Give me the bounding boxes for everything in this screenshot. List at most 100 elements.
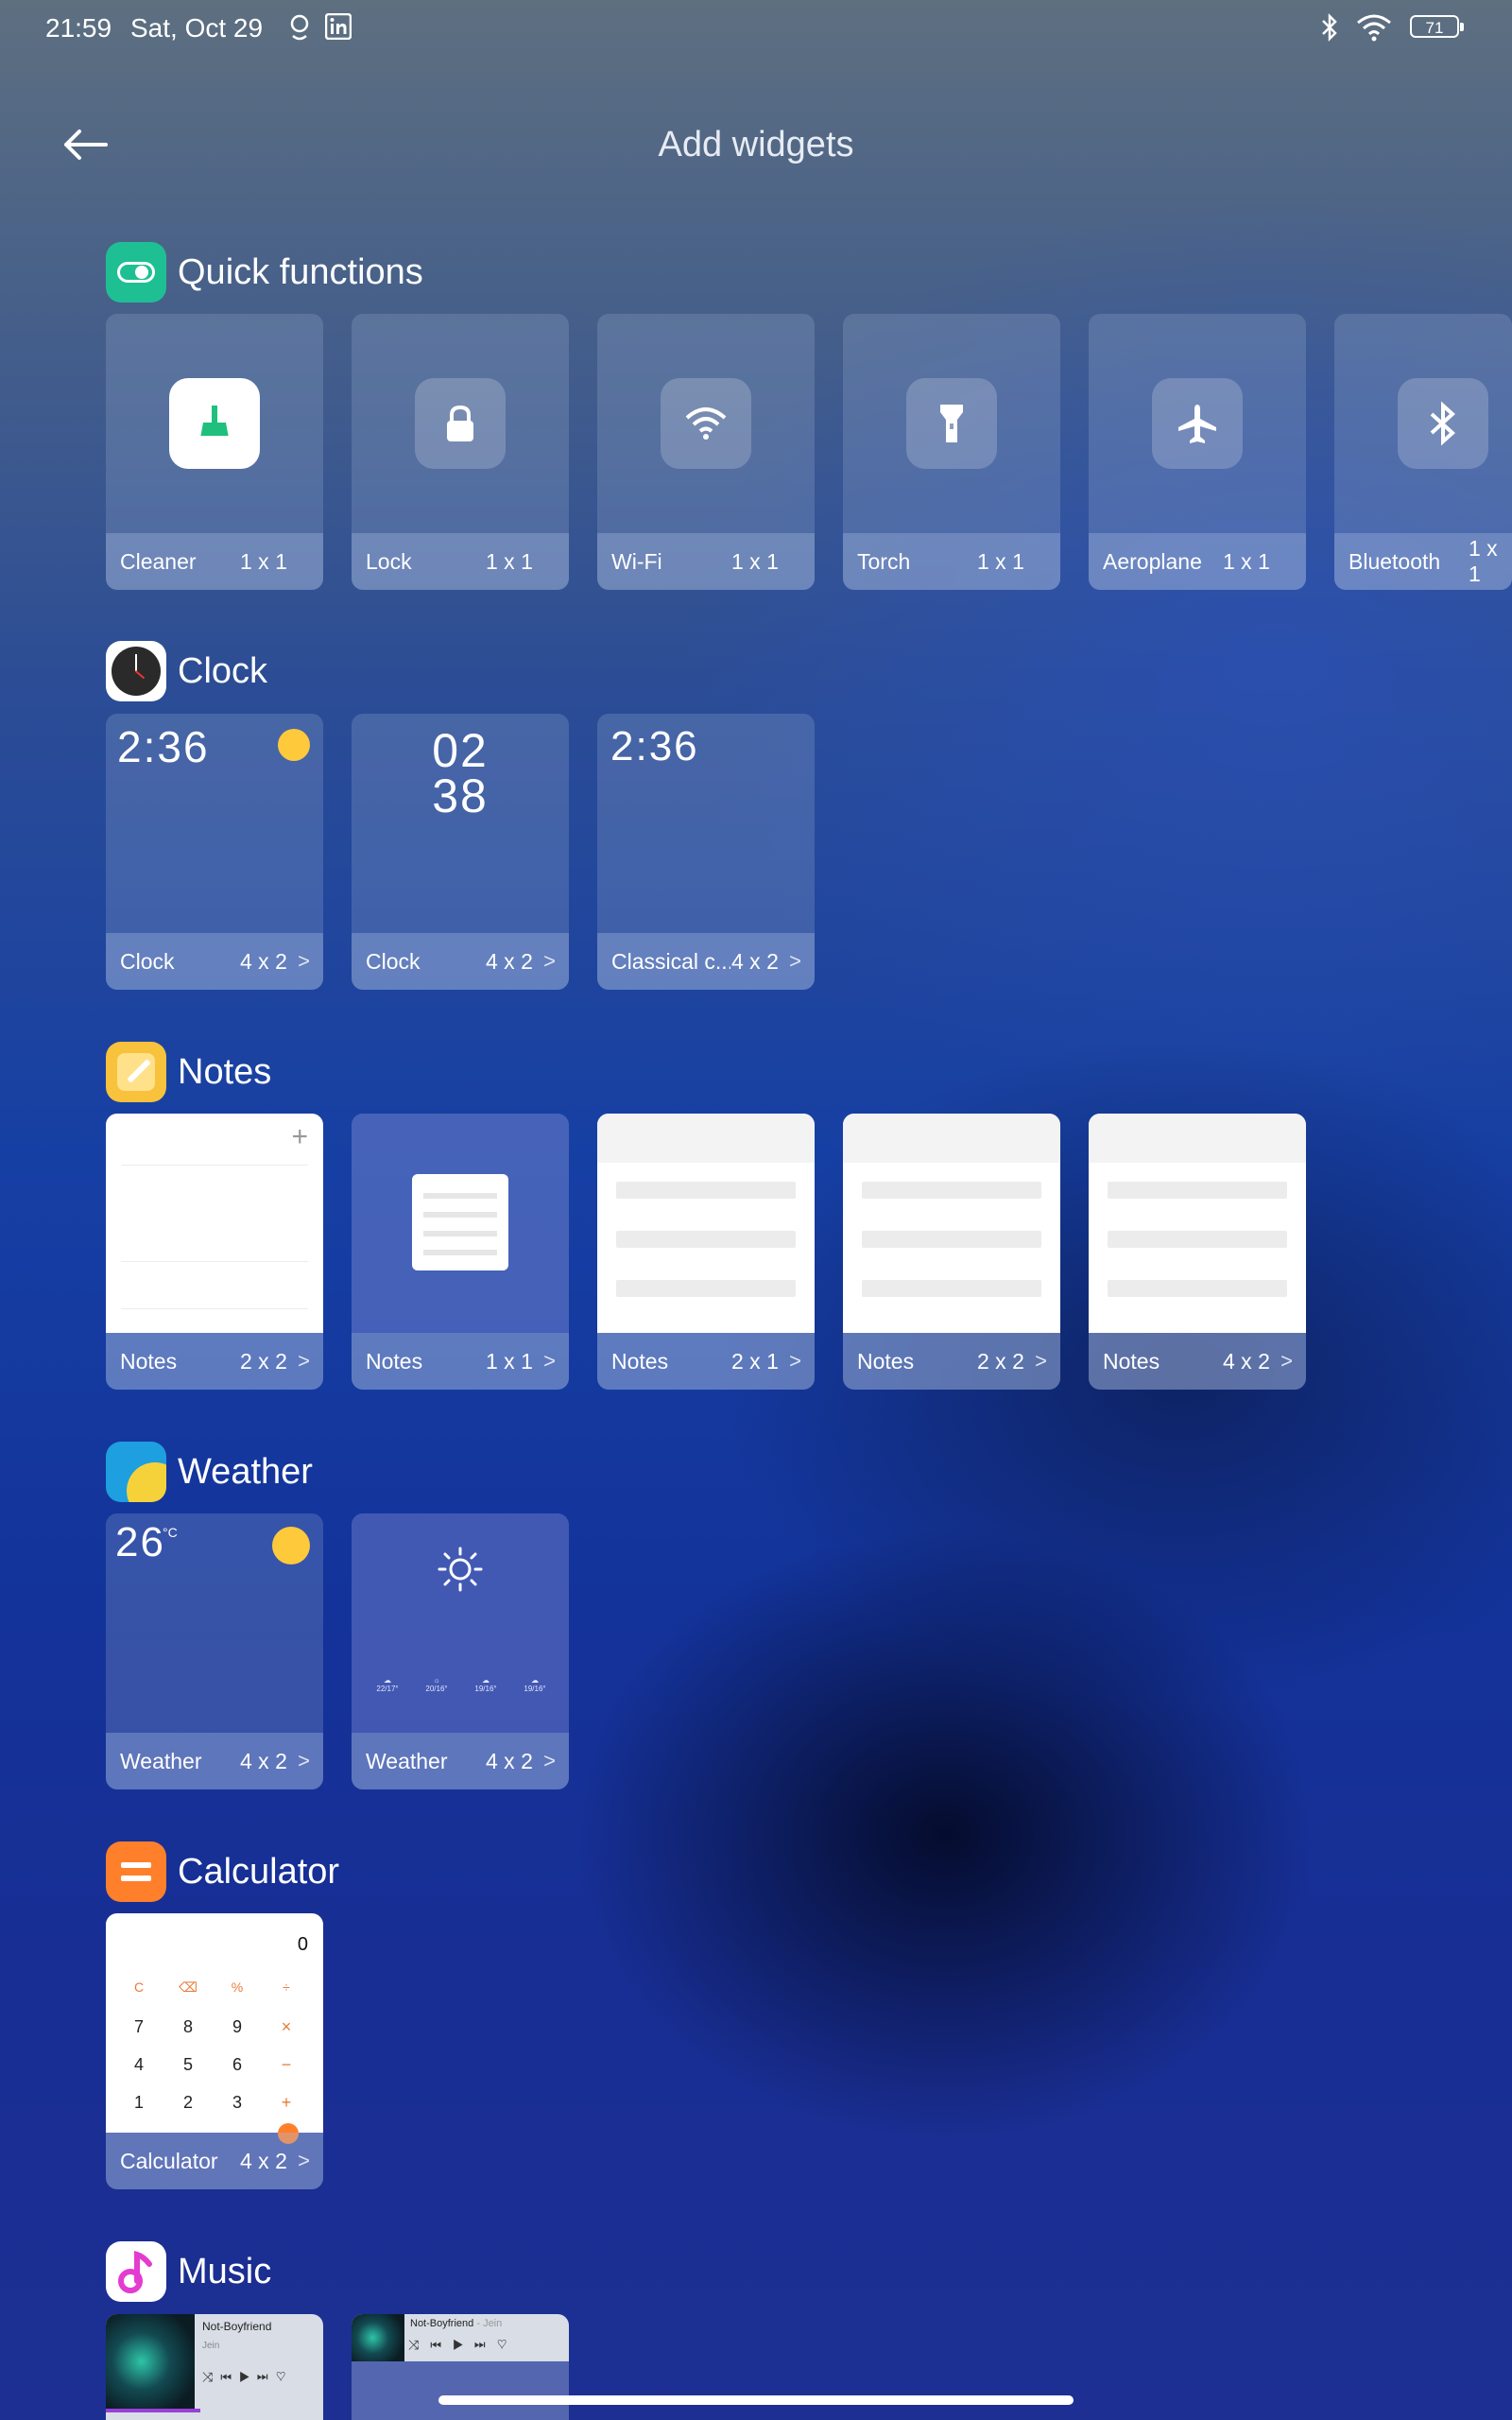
location-icon	[290, 14, 309, 41]
wifi-icon	[1357, 14, 1391, 42]
clock-display: 2:36	[117, 722, 210, 771]
clock-display: 2:36	[610, 723, 699, 769]
status-date: Sat, Oct 29	[130, 13, 264, 43]
calc-key: 5	[182, 2055, 193, 2074]
bluetooth-icon	[1322, 13, 1337, 42]
calc-key: −	[281, 2055, 292, 2074]
album-art	[352, 2314, 404, 2361]
widget-card-classical-clock[interactable]: 2:36 Classical c... 4 x 2 >	[597, 714, 815, 990]
widget-card-notes-4x2[interactable]: Notes 4 x 2 >	[1089, 1114, 1306, 1390]
home-indicator[interactable]	[438, 2395, 1074, 2405]
chevron-right-icon: >	[298, 2149, 310, 2172]
widget-name: Classical c...	[611, 948, 730, 974]
widget-card-calculator[interactable]: 0 C ⌫ % ÷ 7 8 9 × 4 5 6 − 1 2 3 + Calcul…	[106, 1913, 323, 2189]
song-title: Not-Boyfriend	[202, 2320, 272, 2333]
notes-app-icon	[106, 1042, 166, 1102]
widget-size: 4 x 2	[240, 1748, 287, 1773]
widget-name: Notes	[857, 1348, 915, 1374]
sun-icon	[278, 729, 310, 761]
calc-key: 8	[182, 2017, 193, 2036]
widget-name: Wi-Fi	[611, 548, 662, 574]
calc-key: 3	[232, 2093, 242, 2112]
torch-icon	[906, 378, 997, 469]
widget-name: Torch	[857, 548, 911, 574]
calculator-display: 0	[297, 1934, 308, 1955]
playback-controls: ⤨⏮▶⏭♡	[202, 2369, 294, 2384]
temperature: 26	[115, 1519, 165, 1565]
note-page-icon	[412, 1174, 508, 1270]
widget-size: 4 x 2	[731, 948, 779, 974]
progress-bar	[106, 2409, 200, 2412]
widget-card-bluetooth[interactable]: Bluetooth 1 x 1	[1334, 314, 1512, 590]
lock-icon	[415, 378, 506, 469]
chevron-right-icon: >	[543, 1749, 556, 1772]
chevron-right-icon: >	[543, 949, 556, 973]
widget-card-aeroplane[interactable]: Aeroplane 1 x 1	[1089, 314, 1306, 590]
toggle-app-icon	[106, 242, 166, 302]
widget-size: 4 x 2	[486, 1748, 533, 1773]
widget-size: 4 x 2	[486, 948, 533, 974]
temperature-unit: °C	[163, 1525, 178, 1540]
status-time: 21:59	[45, 13, 112, 43]
widget-card-notes-1x1[interactable]: Notes 1 x 1 >	[352, 1114, 569, 1390]
widget-size: 1 x 1	[977, 548, 1024, 574]
chevron-right-icon: >	[1280, 1349, 1293, 1373]
weather-app-icon	[106, 1442, 166, 1502]
calc-key: 1	[133, 2093, 144, 2112]
widget-card-cleaner[interactable]: Cleaner 1 x 1	[106, 314, 323, 590]
calc-key: ÷	[283, 1979, 290, 1995]
widget-size: 1 x 1	[731, 548, 779, 574]
widget-card-wifi[interactable]: Wi-Fi 1 x 1	[597, 314, 815, 590]
widget-name: Aeroplane	[1103, 548, 1202, 574]
page-title: Add widgets	[658, 125, 854, 164]
chevron-right-icon: >	[789, 949, 801, 973]
section-title: Clock	[178, 650, 268, 691]
calculator-app-icon	[106, 1841, 166, 1902]
widget-card-lock[interactable]: Lock 1 x 1	[352, 314, 569, 590]
chevron-right-icon: >	[298, 949, 310, 973]
chevron-right-icon: >	[789, 1349, 801, 1373]
song-title: Not-Boyfriend - Jein	[410, 2318, 503, 2329]
broom-icon	[169, 378, 260, 469]
widget-card-music-large[interactable]: Not-Boyfriend Jein ⤨⏮▶⏭♡	[106, 2314, 323, 2420]
forecast-day: ☁ 19/16°	[524, 1676, 546, 1693]
calc-key: 2	[182, 2093, 193, 2112]
widget-card-clock-stacked[interactable]: 02 38 Clock 4 x 2 >	[352, 714, 569, 990]
clock-minutes: 38	[432, 769, 489, 822]
widget-name: Cleaner	[120, 548, 197, 574]
widget-card-weather-temp[interactable]: 26 °C Weather 4 x 2 >	[106, 1513, 323, 1789]
music-app-icon	[106, 2241, 166, 2302]
widget-size: 4 x 2	[240, 2148, 287, 2173]
widget-size: 1 x 1	[1469, 536, 1498, 586]
widget-name: Clock	[120, 948, 175, 974]
widget-name: Weather	[120, 1748, 202, 1773]
widget-name: Calculator	[120, 2148, 218, 2173]
widget-size: 1 x 1	[486, 548, 533, 574]
section-title: Calculator	[178, 1851, 340, 1892]
section-calculator: Calculator	[106, 1841, 339, 1902]
forecast-day: ☼ 20/16°	[425, 1676, 448, 1693]
linkedin-icon	[325, 13, 352, 40]
widget-name: Clock	[366, 948, 421, 974]
bluetooth-icon	[1398, 378, 1488, 469]
widget-card-weather-forecast[interactable]: ☁ 22/17° ☼ 20/16° ☁ 19/16° ☁ 19/16° Weather 4…	[352, 1513, 569, 1789]
section-title: Weather	[178, 1451, 313, 1492]
section-quick-functions: Quick functions	[106, 242, 423, 302]
widget-card-notes-2x1[interactable]: Notes 2 x 1 >	[597, 1114, 815, 1390]
widget-size: 2 x 1	[731, 1348, 779, 1374]
section-music: Music	[106, 2241, 271, 2302]
calc-key: ×	[281, 2017, 292, 2036]
widget-size: 2 x 2	[240, 1348, 287, 1374]
widget-card-notes-2x2-list[interactable]: + Notes 2 x 2 >	[106, 1114, 323, 1390]
calc-key: C	[133, 1979, 145, 1995]
sun-outline-icon	[438, 1547, 483, 1592]
widget-card-torch[interactable]: Torch 1 x 1	[843, 314, 1060, 590]
widget-card-clock-digital[interactable]: 2:36 Clock 4 x 2 >	[106, 714, 323, 990]
forecast-day: ☁ 22/17°	[376, 1676, 399, 1693]
widget-name: Notes	[1103, 1348, 1160, 1374]
widget-card-notes-2x2[interactable]: Notes 2 x 2 >	[843, 1114, 1060, 1390]
chevron-right-icon: >	[543, 1349, 556, 1373]
widget-size: 4 x 2	[240, 948, 287, 974]
battery-icon: 71	[1410, 15, 1464, 38]
chevron-right-icon: >	[1035, 1349, 1047, 1373]
